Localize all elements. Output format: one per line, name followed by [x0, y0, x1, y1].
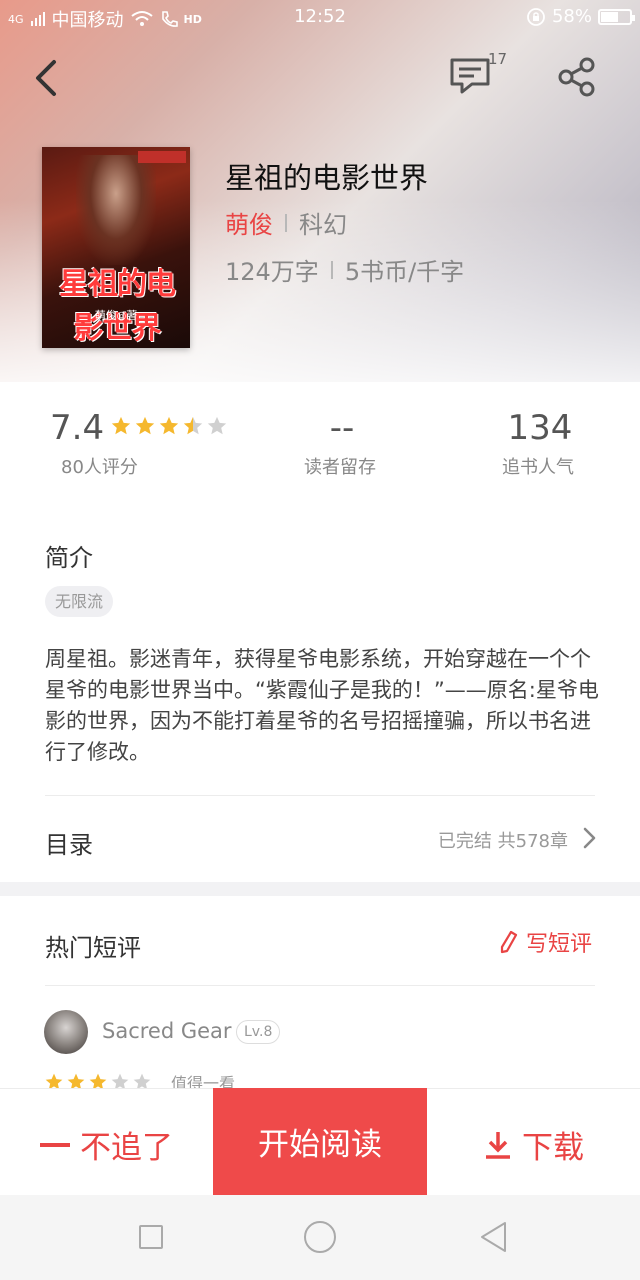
star-icon: [135, 416, 155, 435]
intro-title: 简介: [45, 544, 93, 572]
toc-status: 已完结 共578章: [437, 831, 568, 852]
write-review-button[interactable]: 写短评: [500, 926, 592, 958]
wordcount-price-row: 124万字 5书币/千字: [225, 252, 464, 287]
comment-count-badge: 17: [488, 50, 508, 68]
genre-label[interactable]: 科幻: [299, 205, 347, 240]
author-genre-row: 萌俊 科幻: [225, 205, 347, 240]
chevron-left-icon: [36, 60, 56, 96]
divider: [45, 985, 595, 986]
cover-author: 萌俊◎著: [94, 309, 138, 322]
write-review-label: 写短评: [526, 932, 593, 957]
separator: [330, 260, 333, 279]
recent-apps-button[interactable]: [139, 1225, 163, 1249]
cover-illustration: [76, 155, 156, 265]
star-icon: [111, 416, 131, 435]
system-back-button[interactable]: [478, 1220, 508, 1254]
price-label: 5书币/千字: [344, 258, 465, 286]
status-bar: 4G 中国移动 HD 12:52 58%: [0, 0, 640, 34]
retention-label: 读者留存: [304, 457, 376, 478]
comment-icon: [450, 58, 490, 94]
download-icon: [486, 1131, 510, 1159]
battery-percent: 58%: [551, 6, 592, 27]
star-icon: [183, 416, 203, 435]
popularity-value: 134: [507, 408, 573, 448]
avatar[interactable]: [44, 1010, 88, 1054]
word-count: 124万字: [225, 258, 319, 286]
unfollow-label: 不追了: [80, 1130, 173, 1166]
rating-stars: [110, 415, 228, 437]
pencil-icon: [500, 930, 518, 954]
hot-reviews-title: 热门短评: [45, 934, 141, 962]
popularity-label: 追书人气: [502, 457, 574, 478]
start-reading-button[interactable]: 开始阅读: [213, 1088, 427, 1195]
rating-score: 7.4: [50, 408, 105, 448]
book-title: 星祖的电影世界: [225, 161, 429, 195]
book-cover[interactable]: 星祖的电影世界 萌俊◎著: [42, 147, 190, 348]
star-icon: [159, 416, 179, 435]
tag-pill[interactable]: 无限流: [45, 586, 114, 617]
share-icon: [558, 57, 595, 97]
unfollow-button[interactable]: 不追了: [40, 1122, 173, 1167]
share-button[interactable]: [556, 56, 598, 98]
chevron-right-icon: [583, 827, 596, 849]
intro-text[interactable]: 周星祖。影迷青年，获得星爷电影系统，开始穿越在一个个星爷的电影世界当中。“紫霞仙…: [45, 644, 600, 768]
retention-value: --: [329, 408, 355, 448]
toc-title: 目录: [45, 831, 93, 859]
download-label: 下载: [522, 1130, 584, 1166]
author-link[interactable]: 萌俊: [225, 205, 273, 240]
ratings-count-label: 80人评分: [61, 457, 138, 478]
back-button[interactable]: [28, 56, 68, 100]
publisher-logo: [138, 151, 186, 163]
cover-title: 星祖的电影世界: [59, 267, 176, 346]
separator: [285, 213, 287, 232]
reviewer-name[interactable]: Sacred Gear: [102, 1019, 232, 1043]
rotation-lock-icon: [527, 7, 545, 26]
minus-icon: [40, 1142, 70, 1147]
download-button[interactable]: 下载: [484, 1122, 584, 1167]
level-badge: Lv.8: [236, 1020, 281, 1044]
section-separator: [0, 882, 640, 896]
home-button[interactable]: [304, 1221, 336, 1253]
start-reading-label: 开始阅读: [258, 1127, 382, 1163]
battery-icon: [598, 8, 635, 25]
star-icon: [207, 416, 227, 435]
